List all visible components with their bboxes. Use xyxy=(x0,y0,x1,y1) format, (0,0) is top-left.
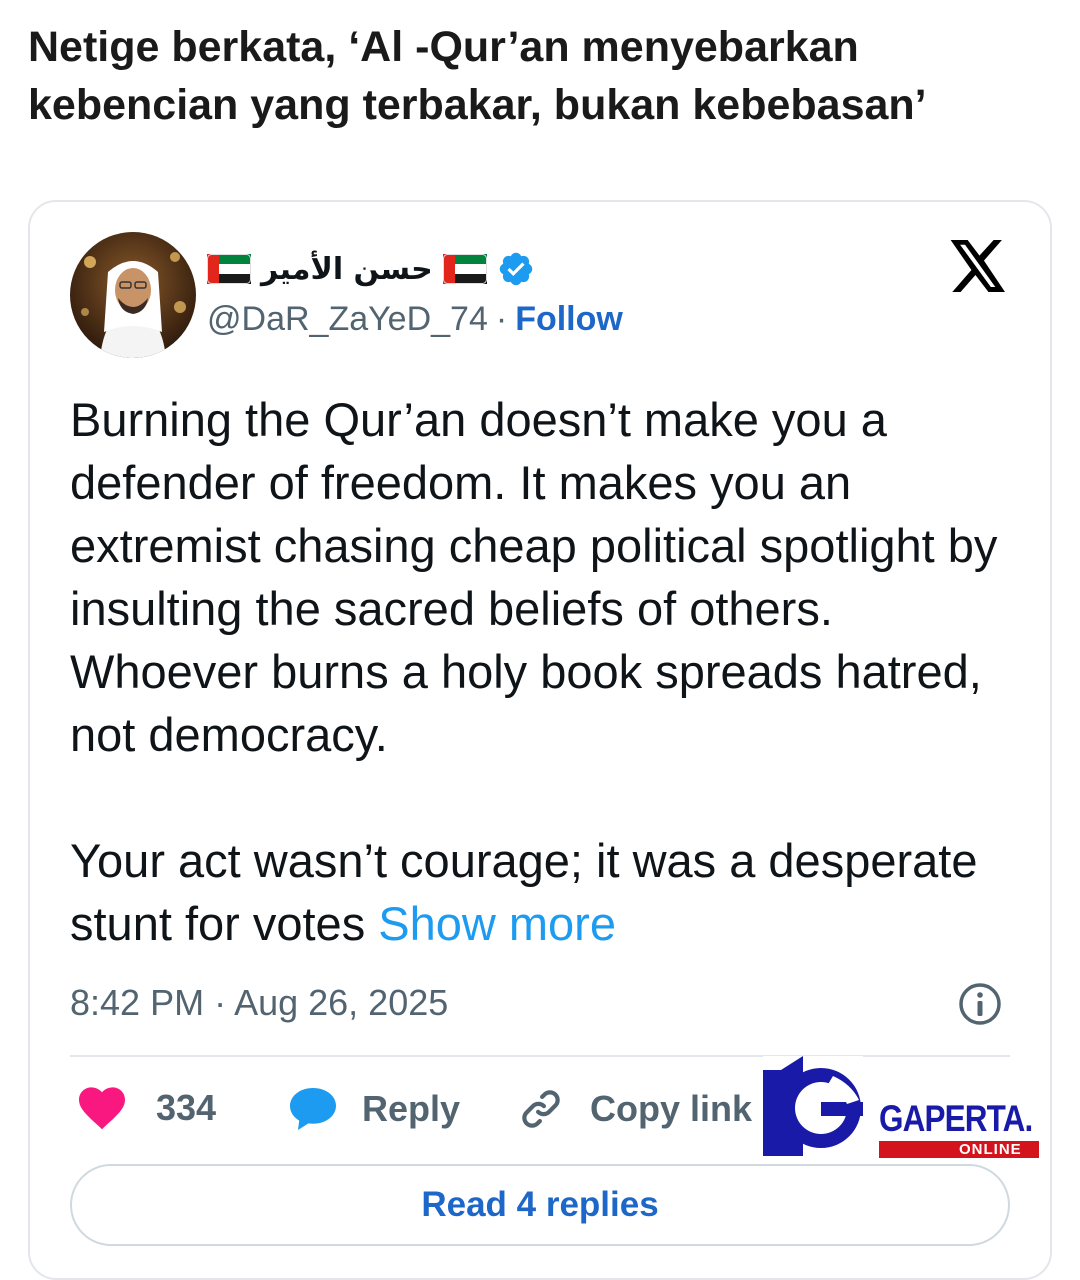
article-headline: Netige berkata, ‘Al -Qur’an menyebarkan … xyxy=(28,23,927,129)
avatar[interactable] xyxy=(70,232,196,358)
heart-icon xyxy=(79,1087,125,1130)
author-name-row[interactable]: حسن الأمير xyxy=(207,246,535,292)
tweet-paragraph: Burning the Qur’an doesn’t make you a de… xyxy=(70,393,998,761)
tweet-timestamp[interactable]: 8:42 PM · Aug 26, 2025 xyxy=(70,982,448,1024)
separator-dot: · xyxy=(495,300,508,338)
tweet-paragraph-2: Your act wasn’t courage; it was a desper… xyxy=(70,829,1000,955)
gaperta-watermark: GAPERTA. ONLINE xyxy=(763,1056,1043,1160)
link-icon xyxy=(522,1090,560,1128)
copy-link-label: Copy link xyxy=(590,1088,753,1129)
watermark-brand: GAPERTA. xyxy=(879,1098,1033,1139)
tweet-body: Burning the Qur’an doesn’t make you a de… xyxy=(70,388,1000,955)
copy-link-button[interactable]: Copy link xyxy=(518,1086,752,1132)
like-button[interactable]: 334 xyxy=(78,1086,216,1130)
uae-flag-icon xyxy=(207,254,251,284)
author-handle[interactable]: @DaR_ZaYeD_74 xyxy=(207,300,488,339)
info-icon[interactable] xyxy=(958,982,1002,1026)
verified-badge-icon xyxy=(499,252,532,286)
watermark-sub: ONLINE xyxy=(959,1141,1022,1158)
author-handle-row: @DaR_ZaYeD_74 · Follow xyxy=(207,300,623,339)
reply-bubble-icon xyxy=(290,1088,336,1130)
uae-flag-icon xyxy=(442,254,487,284)
reply-button[interactable]: Reply xyxy=(288,1086,460,1132)
read-replies-button[interactable]: Read 4 replies xyxy=(70,1164,1010,1246)
show-more-link[interactable]: Show more xyxy=(378,897,616,950)
follow-button[interactable]: Follow xyxy=(515,300,623,339)
reply-label: Reply xyxy=(362,1088,461,1129)
author-display-name[interactable]: حسن الأمير xyxy=(261,252,433,287)
like-count: 334 xyxy=(156,1087,217,1128)
x-logo-icon[interactable] xyxy=(950,240,1008,292)
